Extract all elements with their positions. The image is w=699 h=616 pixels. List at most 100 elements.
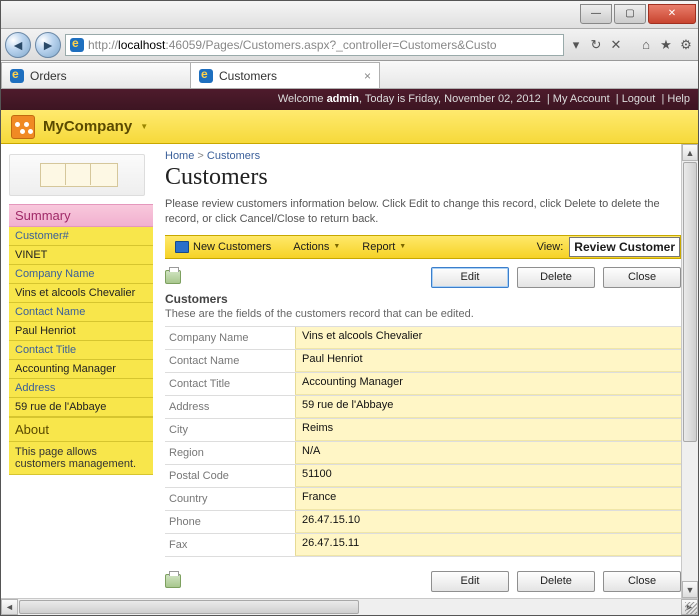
page-title: Customers — [165, 164, 681, 191]
field-label: Postal Code — [165, 467, 295, 485]
field-value: Accounting Manager — [295, 373, 681, 395]
close-button[interactable]: Close — [603, 267, 681, 288]
my-account-link[interactable]: My Account — [553, 93, 610, 105]
toolbar-actions-label: Actions — [293, 241, 329, 253]
browser-tabs: Orders Customers × — [1, 61, 698, 89]
scroll-up-icon[interactable]: ▲ — [682, 144, 698, 161]
field-value: 51100 — [295, 465, 681, 487]
company-name[interactable]: MyCompany — [43, 118, 132, 135]
field-value: 59 rue de l'Abbaye — [295, 396, 681, 418]
edit-button[interactable]: Edit — [431, 267, 509, 288]
sidebar-label-company-name: Company Name — [9, 265, 153, 284]
refresh-icon[interactable]: ↻ — [588, 37, 604, 53]
brand-bar: MyCompany ▼ — [1, 110, 698, 144]
sidebar-label-customer-number: Customer# — [9, 227, 153, 246]
sidebar-value-contact-title: Accounting Manager — [9, 360, 153, 379]
welcome-text: Welcome — [278, 93, 327, 105]
field-value: Reims — [295, 419, 681, 441]
window-titlebar[interactable]: — ▢ ✕ — [1, 1, 698, 29]
chevron-down-icon: ▼ — [333, 243, 340, 250]
sidebar-value-company-name: Vins et alcools Chevalier — [9, 284, 153, 303]
favorites-icon[interactable]: ★ — [658, 37, 674, 53]
view-selector[interactable]: Review Customer — [569, 237, 680, 257]
date-text: , Today is Friday, November 02, 2012 — [359, 93, 541, 105]
window-maximize-button[interactable]: ▢ — [614, 4, 646, 24]
stop-icon[interactable]: ✕ — [608, 37, 624, 53]
ie-favicon-icon — [10, 69, 24, 83]
tools-icon[interactable]: ⚙ — [678, 37, 694, 53]
edit-button-bottom[interactable]: Edit — [431, 571, 509, 592]
print-icon[interactable] — [165, 574, 181, 588]
field-label: Company Name — [165, 329, 295, 347]
toolbar: New Customers Actions ▼ Report ▼ View: R… — [165, 235, 681, 259]
page-intro: Please review customers information belo… — [165, 197, 665, 227]
brand-dropdown-icon[interactable]: ▼ — [140, 122, 148, 131]
view-label: View: — [537, 241, 568, 253]
field-label: City — [165, 421, 295, 439]
field-label: Contact Name — [165, 352, 295, 370]
new-customers-button[interactable]: New Customers — [165, 236, 281, 258]
toolbar-report-label: Report — [362, 241, 395, 253]
field-label: Region — [165, 444, 295, 462]
browser-window: — ▢ ✕ ◄ ► http://localhost:46059/Pages/C… — [0, 0, 699, 616]
print-icon[interactable] — [165, 270, 181, 284]
field-label: Contact Title — [165, 375, 295, 393]
user-bar: Welcome admin, Today is Friday, November… — [1, 89, 698, 110]
home-icon[interactable]: ⌂ — [638, 37, 654, 53]
vertical-scrollbar[interactable]: ▲ ▼ — [681, 144, 698, 598]
new-record-icon — [175, 241, 189, 253]
sidebar-label-address: Address — [9, 379, 153, 398]
scroll-thumb[interactable] — [683, 162, 697, 442]
sidebar: Summary Customer# VINET Company Name Vin… — [1, 144, 153, 598]
url-prefix: http:// — [88, 38, 118, 52]
field-value: Vins et alcools Chevalier — [295, 327, 681, 349]
actions-menu[interactable]: Actions ▼ — [283, 236, 350, 258]
tab-close-icon[interactable]: × — [364, 69, 371, 83]
scroll-left-icon[interactable]: ◄ — [1, 599, 18, 615]
company-logo-icon — [11, 115, 35, 139]
tab-customers[interactable]: Customers × — [190, 62, 380, 88]
field-value: 26.47.15.11 — [295, 534, 681, 556]
section-title: Customers — [165, 292, 681, 306]
tab-label: Customers — [219, 69, 277, 83]
address-bar[interactable]: http://localhost:46059/Pages/Customers.a… — [65, 34, 564, 56]
scroll-thumb[interactable] — [19, 600, 359, 614]
delete-button-bottom[interactable]: Delete — [517, 571, 595, 592]
tab-label: Orders — [30, 69, 67, 83]
browser-navbar: ◄ ► http://localhost:46059/Pages/Custome… — [1, 29, 698, 61]
help-link[interactable]: Help — [667, 93, 690, 105]
field-label: Country — [165, 490, 295, 508]
back-button[interactable]: ◄ — [5, 32, 31, 58]
field-value: Paul Henriot — [295, 350, 681, 372]
sidebar-value-customer-number: VINET — [9, 246, 153, 265]
fields-grid: Company NameVins et alcools Chevalier Co… — [165, 326, 681, 557]
ie-favicon-icon — [199, 69, 213, 83]
tab-orders[interactable]: Orders — [1, 62, 191, 88]
field-label: Address — [165, 398, 295, 416]
window-close-button[interactable]: ✕ — [648, 4, 696, 24]
scroll-down-icon[interactable]: ▼ — [682, 581, 698, 598]
main-content: Home > Customers Customers Please review… — [153, 144, 681, 598]
username: admin — [327, 93, 359, 105]
sidebar-label-contact-title: Contact Title — [9, 341, 153, 360]
sidebar-label-contact-name: Contact Name — [9, 303, 153, 322]
horizontal-scrollbar[interactable]: ◄ ► — [1, 598, 698, 615]
sidebar-summary-header: Summary — [9, 204, 153, 227]
breadcrumb-home[interactable]: Home — [165, 150, 194, 162]
delete-button[interactable]: Delete — [517, 267, 595, 288]
sidebar-about-header: About — [9, 417, 153, 442]
field-value: France — [295, 488, 681, 510]
url-rest: :46059/Pages/Customers.aspx?_controller=… — [165, 38, 496, 52]
search-dropdown-icon[interactable]: ▾ — [568, 37, 584, 53]
resize-handle-icon[interactable] — [685, 602, 697, 614]
field-label: Phone — [165, 513, 295, 531]
report-menu[interactable]: Report ▼ — [352, 236, 416, 258]
breadcrumb-current: Customers — [207, 150, 260, 162]
sidebar-value-address: 59 rue de l'Abbaye — [9, 398, 153, 417]
close-button-bottom[interactable]: Close — [603, 571, 681, 592]
field-value: N/A — [295, 442, 681, 464]
field-label: Fax — [165, 536, 295, 554]
logout-link[interactable]: Logout — [622, 93, 656, 105]
window-minimize-button[interactable]: — — [580, 4, 612, 24]
forward-button[interactable]: ► — [35, 32, 61, 58]
